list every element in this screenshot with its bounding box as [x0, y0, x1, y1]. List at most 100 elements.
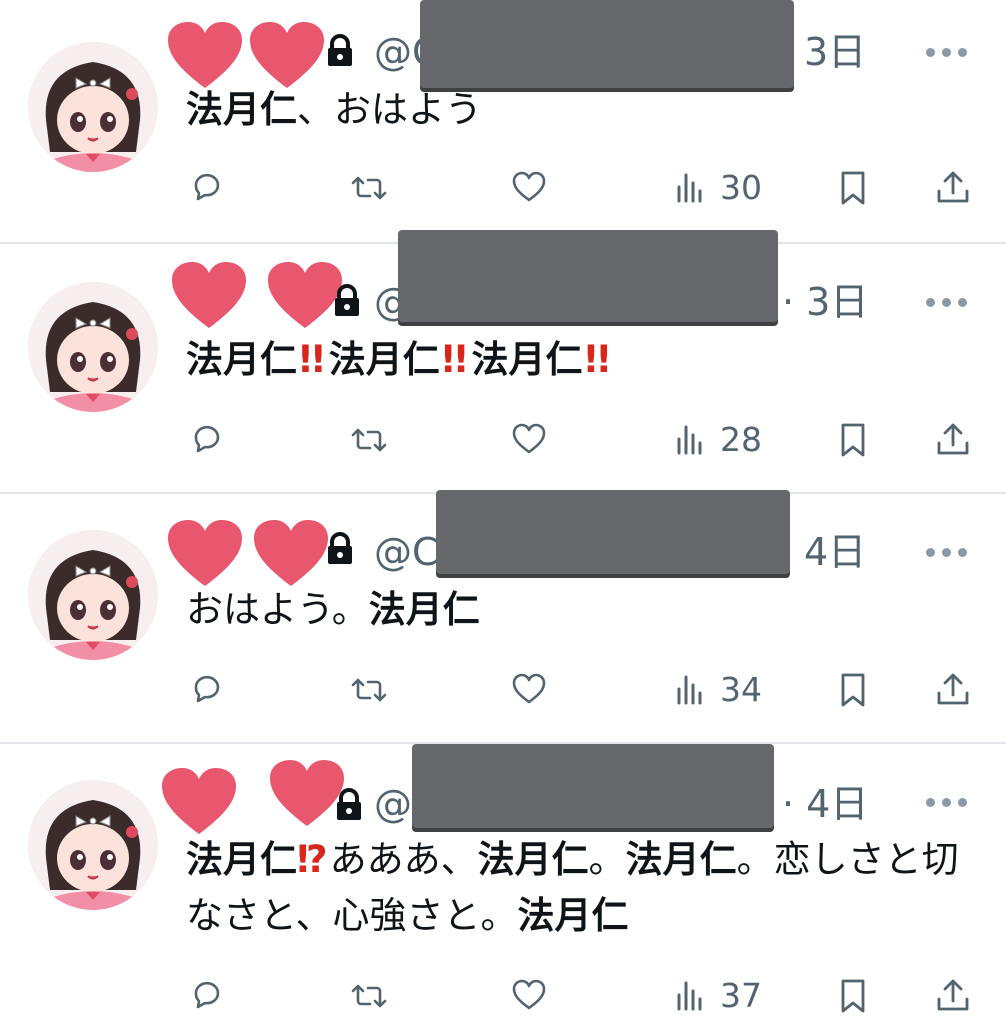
avatar[interactable]	[28, 780, 158, 910]
share-upload-icon	[934, 977, 972, 1015]
emoji-exclamation: ⁉	[297, 838, 328, 881]
share-upload-icon	[934, 169, 972, 207]
retweet-button[interactable]	[350, 168, 388, 208]
tweet-text: 法月仁、おはよう	[186, 82, 976, 138]
text-segment: 法月仁	[517, 894, 629, 937]
redaction-box	[436, 490, 790, 574]
share-upload-icon	[934, 671, 972, 709]
timestamp[interactable]: 3日	[804, 30, 866, 74]
avatar[interactable]	[28, 42, 158, 172]
reply-button[interactable]	[188, 420, 226, 460]
retweet-button[interactable]	[350, 420, 388, 460]
like-button[interactable]	[510, 976, 548, 1016]
views-button[interactable]: 34	[674, 670, 762, 710]
text-segment: 法月仁	[186, 338, 297, 381]
emoji-exclamation: !!	[439, 338, 470, 381]
text-segment: 法月仁	[186, 88, 297, 131]
bar-chart-icon	[674, 169, 712, 207]
heart-outline-icon	[510, 671, 548, 709]
lock-icon	[325, 34, 355, 68]
bookmark-button[interactable]	[834, 420, 872, 460]
action-bar: 30	[0, 168, 1006, 208]
speech-bubble-icon	[188, 169, 226, 207]
action-bar: 28	[0, 420, 1006, 460]
avatar[interactable]	[28, 282, 158, 412]
text-segment: 法月仁	[186, 838, 297, 881]
bookmark-icon	[834, 421, 872, 459]
emoji-exclamation: !!	[297, 338, 327, 381]
like-button[interactable]	[510, 670, 548, 710]
bookmark-button[interactable]	[834, 670, 872, 710]
tweet[interactable]: @ · 3日 法月仁!! 法月仁!! 法月仁!! 28	[0, 230, 1006, 494]
tweet[interactable]: @ · 4日 法月仁⁉ あああ、法月仁。法月仁。恋しさと切なさと、心強さと。法月仁…	[0, 744, 1006, 1024]
timestamp[interactable]: 4日	[804, 530, 866, 574]
more-options-button[interactable]	[926, 542, 976, 562]
avatar-illustration	[28, 282, 158, 412]
views-button[interactable]: 28	[674, 420, 762, 460]
avatar-illustration	[28, 530, 158, 660]
reply-button[interactable]	[188, 976, 226, 1016]
bar-chart-icon	[674, 977, 712, 1015]
view-count: 37	[720, 976, 762, 1015]
redaction-box	[412, 744, 774, 828]
text-segment: おはよう。	[186, 588, 369, 631]
more-options-button[interactable]	[926, 792, 976, 812]
speech-bubble-icon	[188, 671, 226, 709]
heart-sticker	[166, 518, 244, 588]
share-button[interactable]	[934, 420, 972, 460]
lock-icon	[325, 532, 355, 566]
view-count: 28	[720, 420, 762, 459]
share-button[interactable]	[934, 670, 972, 710]
emoji-exclamation: !!	[582, 338, 613, 381]
bar-chart-icon	[674, 671, 712, 709]
speech-bubble-icon	[188, 977, 226, 1015]
tweet[interactable]: @C 3日 法月仁、おはよう 30	[0, 0, 1006, 244]
timestamp[interactable]: · 4日	[782, 782, 868, 826]
action-bar: 37	[0, 976, 1006, 1016]
bookmark-button[interactable]	[834, 976, 872, 1016]
views-button[interactable]: 37	[674, 976, 762, 1016]
reply-button[interactable]	[188, 168, 226, 208]
text-segment: 、おはよう	[297, 88, 482, 131]
retweet-arrows-icon	[350, 671, 388, 709]
text-segment: 法月仁	[477, 838, 589, 881]
heart-sticker	[170, 260, 248, 330]
tweet-text: おはよう。法月仁	[186, 582, 976, 638]
share-button[interactable]	[934, 168, 972, 208]
speech-bubble-icon	[188, 421, 226, 459]
text-segment: 。	[588, 838, 626, 881]
view-count: 34	[720, 670, 762, 709]
heart-sticker	[160, 766, 238, 836]
bookmark-button[interactable]	[834, 168, 872, 208]
share-button[interactable]	[934, 976, 972, 1016]
tweet-text: 法月仁⁉ あああ、法月仁。法月仁。恋しさと切なさと、心強さと。法月仁	[186, 832, 976, 944]
lock-icon	[334, 788, 364, 822]
share-upload-icon	[934, 421, 972, 459]
view-count: 30	[720, 168, 762, 207]
bookmark-icon	[834, 671, 872, 709]
bookmark-icon	[834, 977, 872, 1015]
more-options-button[interactable]	[926, 42, 976, 62]
tweet[interactable]: @C 4日 おはよう。法月仁 34	[0, 490, 1006, 744]
retweet-arrows-icon	[350, 977, 388, 1015]
more-options-button[interactable]	[926, 292, 976, 312]
heart-outline-icon	[510, 421, 548, 459]
retweet-button[interactable]	[350, 670, 388, 710]
retweet-button[interactable]	[350, 976, 388, 1016]
user-handle[interactable]: @	[374, 782, 412, 826]
timestamp[interactable]: · 3日	[782, 280, 868, 324]
heart-sticker	[166, 20, 244, 90]
bookmark-icon	[834, 169, 872, 207]
heart-sticker	[248, 20, 326, 90]
like-button[interactable]	[510, 420, 548, 460]
redaction-box	[398, 230, 778, 322]
text-segment: 法月仁	[625, 838, 737, 881]
retweet-arrows-icon	[350, 421, 388, 459]
avatar[interactable]	[28, 530, 158, 660]
like-button[interactable]	[510, 168, 548, 208]
views-button[interactable]: 30	[674, 168, 762, 208]
heart-outline-icon	[510, 169, 548, 207]
reply-button[interactable]	[188, 670, 226, 710]
text-segment: 法月仁	[368, 588, 480, 631]
user-handle[interactable]: @C	[374, 530, 439, 574]
